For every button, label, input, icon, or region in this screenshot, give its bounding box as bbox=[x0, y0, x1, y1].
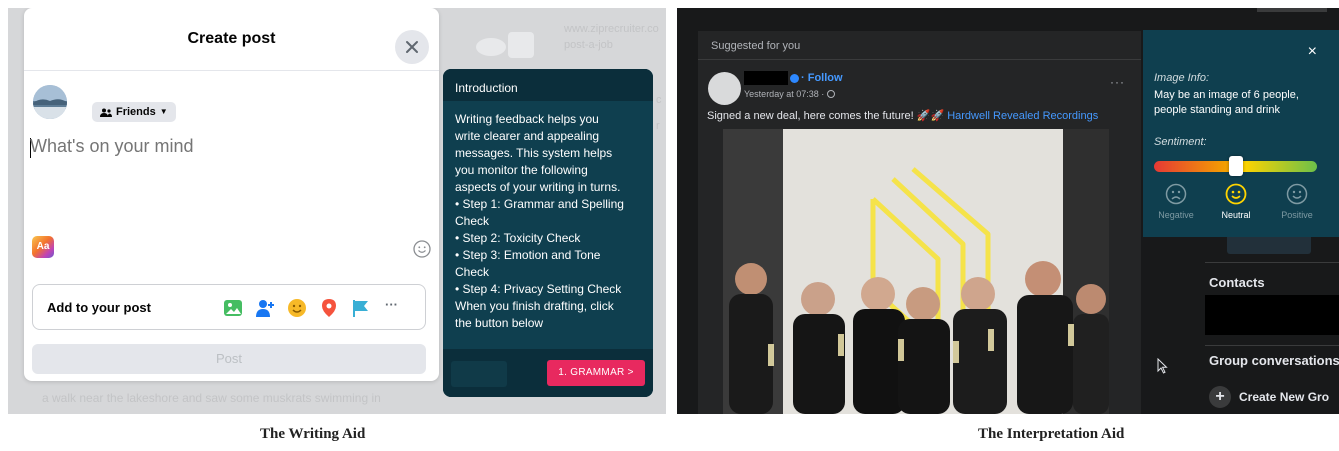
sidebar-fragment: r bbox=[656, 120, 660, 132]
post-caption: Signed a new deal, here comes the future… bbox=[707, 109, 1098, 122]
interpretation-panel: × Image Info: May be an image of 6 peopl… bbox=[1143, 30, 1339, 237]
negative-face-icon bbox=[1165, 183, 1187, 205]
writing-feedback-panel: Introduction Writing feedback helps you … bbox=[443, 69, 653, 397]
ad-subtitle: post-a-job bbox=[564, 39, 613, 51]
create-group-label: Create New Gro bbox=[1239, 390, 1330, 404]
add-to-post-label: Add to your post bbox=[47, 300, 151, 315]
location-icon[interactable] bbox=[319, 298, 339, 318]
grammar-step-button[interactable]: 1. GRAMMAR > bbox=[547, 360, 645, 386]
feed-post-fragment: a walk near the lakeshore and saw some m… bbox=[42, 391, 381, 405]
ad-url: www.ziprecruiter.co bbox=[564, 23, 659, 35]
audience-selector[interactable]: Friends ▼ bbox=[92, 102, 176, 122]
interpretation-aid-screenshot: Suggested for you · Follow Yesterday at … bbox=[677, 8, 1339, 414]
intro-line: Check bbox=[455, 214, 490, 228]
contacts-list-redacted[interactable] bbox=[1205, 295, 1339, 335]
back-button[interactable] bbox=[451, 361, 507, 387]
panel-footer: 1. GRAMMAR > bbox=[443, 349, 653, 397]
globe-icon bbox=[826, 90, 835, 98]
rocket-emoji: 🚀🚀 bbox=[916, 110, 945, 122]
writing-aid-caption: The Writing Aid bbox=[260, 426, 366, 442]
intro-line: • Step 4: Privacy Setting Check bbox=[455, 282, 622, 296]
intro-line: Writing feedback helps you bbox=[455, 112, 599, 126]
intro-line: write clearer and appealing bbox=[455, 129, 600, 143]
sentiment-indicator bbox=[1228, 156, 1243, 176]
neutral-label: Neutral bbox=[1221, 210, 1251, 220]
contacts-heading: Contacts bbox=[1209, 275, 1265, 290]
intro-line: the button below bbox=[455, 316, 544, 330]
audience-label: Friends bbox=[116, 106, 156, 118]
writing-aid-screenshot: www.ziprecruiter.co post-a-job c r a wal… bbox=[8, 8, 666, 414]
ad-image bbox=[508, 32, 534, 58]
interpretation-aid-caption: The Interpretation Aid bbox=[978, 426, 1125, 442]
neutral-face-icon bbox=[1225, 183, 1247, 205]
post-photo[interactable] bbox=[723, 129, 1109, 414]
ad-image bbox=[476, 38, 506, 56]
group-conversations-heading: Group conversations bbox=[1209, 353, 1339, 368]
post-more-icon[interactable]: ··· bbox=[1110, 75, 1125, 89]
dialog-header: Create post bbox=[24, 8, 439, 71]
caption-text: Signed a new deal, here comes the future… bbox=[707, 110, 917, 122]
follow-link[interactable]: · Follow bbox=[801, 72, 843, 84]
sidebar-fragment bbox=[1257, 8, 1327, 12]
intro-line: messages. This system helps bbox=[455, 146, 613, 160]
divider bbox=[698, 59, 1141, 60]
intro-line: • Step 3: Emotion and Tone bbox=[455, 248, 601, 262]
page-link[interactable]: Hardwell Revealed Recordings bbox=[944, 110, 1098, 122]
dialog-title: Create post bbox=[187, 30, 276, 47]
emoji-icon[interactable] bbox=[413, 240, 431, 258]
feed-post: Suggested for you · Follow Yesterday at … bbox=[698, 31, 1141, 414]
verified-badge-icon bbox=[790, 74, 799, 83]
avatar bbox=[33, 85, 67, 119]
feeling-icon[interactable] bbox=[287, 298, 307, 318]
image-info-label: Image Info: bbox=[1154, 72, 1210, 84]
text-background-button[interactable]: Aa bbox=[32, 236, 54, 258]
negative-label: Negative bbox=[1158, 210, 1194, 220]
create-group-button[interactable]: + Create New Gro bbox=[1209, 386, 1329, 408]
intro-line: When you finish drafting, click bbox=[455, 299, 614, 313]
introduction-title: Introduction bbox=[443, 69, 653, 101]
close-icon[interactable]: × bbox=[1308, 43, 1317, 61]
add-to-post-bar: Add to your post ··· bbox=[32, 284, 426, 330]
intro-line: • Step 2: Toxicity Check bbox=[455, 231, 581, 245]
image-info-text: May be an image of 6 people, people stan… bbox=[1154, 89, 1299, 116]
positive-label: Positive bbox=[1281, 210, 1313, 220]
caret-down-icon: ▼ bbox=[159, 107, 168, 116]
divider bbox=[1205, 262, 1339, 263]
divider bbox=[1205, 345, 1339, 346]
flag-icon[interactable] bbox=[351, 298, 371, 318]
mouse-cursor-icon bbox=[1157, 358, 1168, 374]
introduction-text: Writing feedback helps you write clearer… bbox=[443, 101, 648, 332]
plus-icon: + bbox=[1209, 386, 1231, 408]
friends-icon bbox=[100, 108, 112, 117]
intro-line: • Step 1: Grammar and Spelling bbox=[455, 197, 624, 211]
tag-people-icon[interactable] bbox=[255, 298, 275, 318]
sentiment-label: Sentiment: bbox=[1154, 136, 1207, 148]
sidebar-fragment: c bbox=[656, 94, 662, 106]
intro-line: Check bbox=[455, 265, 490, 279]
create-post-dialog: Create post Friends ▼ What's on your min… bbox=[24, 8, 439, 381]
more-icon[interactable]: ··· bbox=[385, 297, 405, 317]
intro-line: you monitor the following bbox=[455, 163, 588, 177]
suggested-label: Suggested for you bbox=[711, 40, 801, 52]
redacted-author-name[interactable] bbox=[744, 71, 788, 85]
author-avatar[interactable] bbox=[708, 72, 741, 105]
post-button[interactable]: Post bbox=[32, 344, 426, 374]
positive-face-icon bbox=[1286, 183, 1308, 205]
post-timestamp: Yesterday at 07:38 · bbox=[744, 89, 835, 99]
post-time-text: Yesterday at 07:38 · bbox=[744, 89, 827, 99]
close-button[interactable] bbox=[395, 30, 429, 64]
photo-icon[interactable] bbox=[223, 298, 243, 318]
close-icon bbox=[406, 41, 418, 53]
intro-line: aspects of your writing in turns. bbox=[455, 180, 621, 194]
post-text-input[interactable] bbox=[30, 136, 430, 157]
